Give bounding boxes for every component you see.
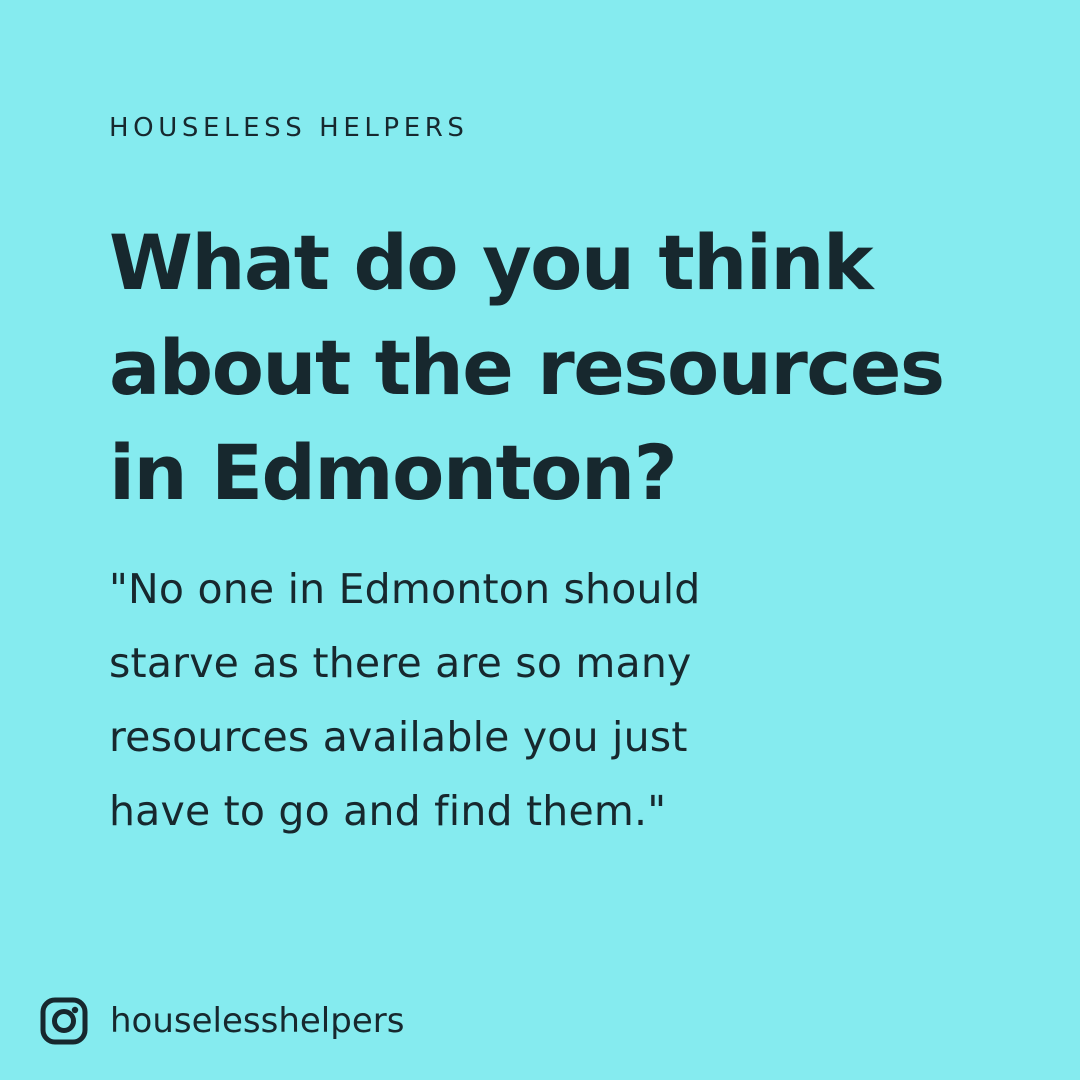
quote-text: "No one in Edmonton should starve as the… (109, 552, 869, 848)
quote-line: starve as there are so many (109, 639, 692, 687)
title-line: What do you think (109, 218, 874, 307)
social-footer: houselesshelpers (40, 997, 404, 1045)
brand-label: HOUSELESS HELPERS (109, 113, 469, 143)
title-line: in Edmonton? (109, 428, 678, 517)
question-title: What do you think about the resources in… (109, 210, 1059, 525)
instagram-handle: houselesshelpers (110, 1001, 405, 1041)
quote-line: resources available you just (109, 713, 688, 761)
title-line: about the resources (109, 323, 945, 412)
instagram-icon (40, 997, 88, 1045)
post-card: HOUSELESS HELPERS What do you think abou… (0, 0, 1080, 1080)
quote-line: "No one in Edmonton should (109, 565, 701, 613)
quote-line: have to go and find them." (109, 787, 667, 835)
